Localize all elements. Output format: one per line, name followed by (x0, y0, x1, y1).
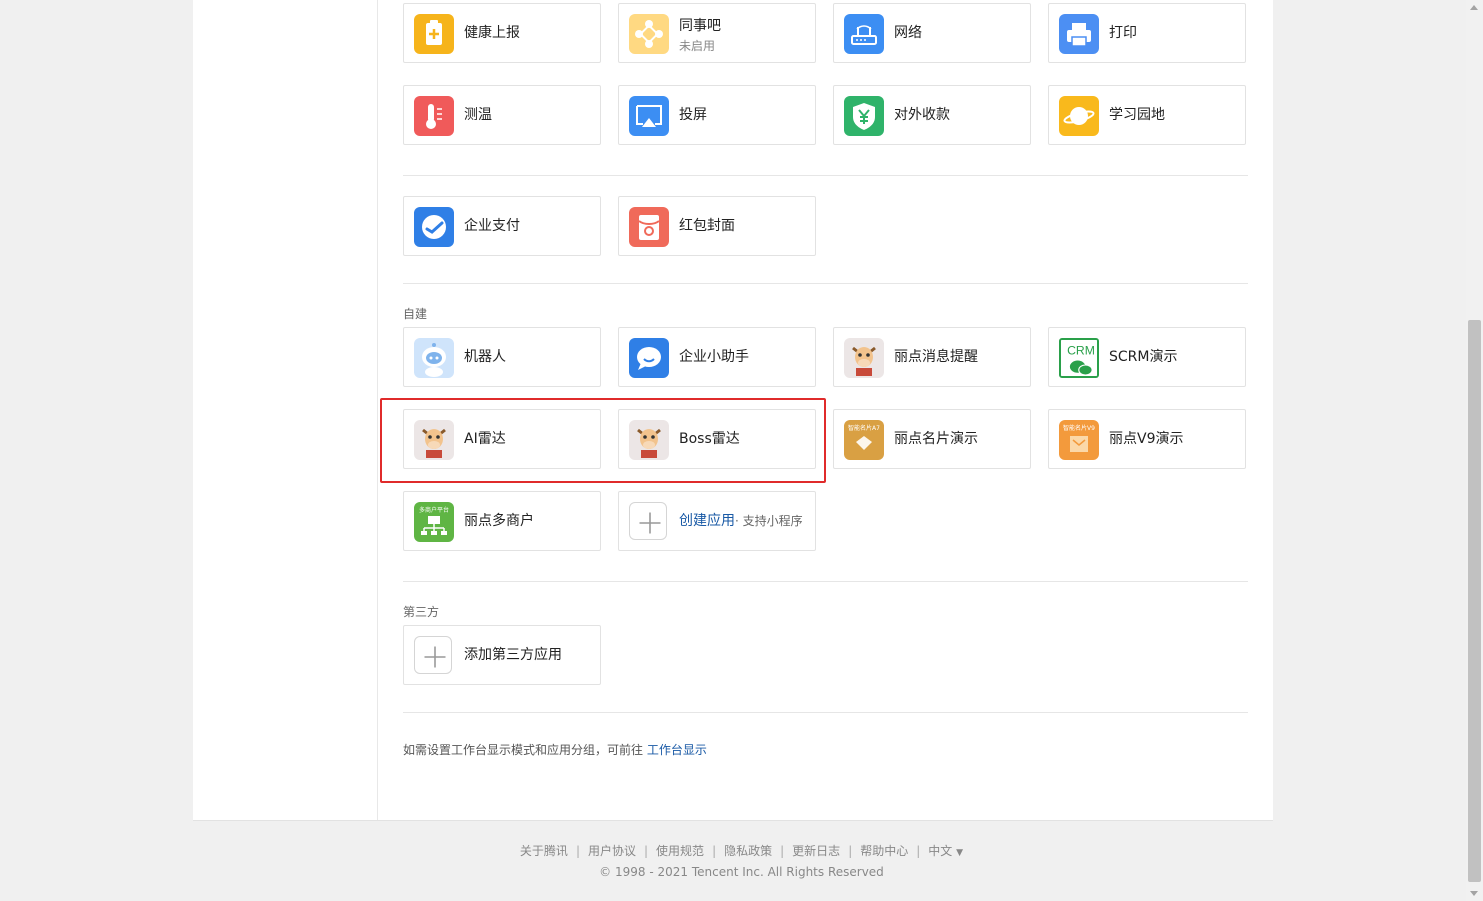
app-label: 学习园地 (1109, 107, 1165, 123)
multi-merchant-icon: 多商户平台 (414, 502, 454, 542)
workbench-note: 如需设置工作台显示模式和应用分组，可前往 工作台显示 (403, 741, 707, 758)
app-label: 丽点多商户 (464, 513, 534, 529)
card-icon-text: 智能名片A7 (848, 424, 880, 432)
language-label: 中文 (928, 844, 953, 858)
app-card-health-report[interactable]: 健康上报 (403, 3, 601, 63)
app-card-network[interactable]: 网络 (833, 3, 1031, 63)
app-label: 红包封面 (679, 218, 735, 234)
app-card-external-payment[interactable]: 对外收款 (833, 85, 1031, 145)
workbench-note-text: 如需设置工作台显示模式和应用分组，可前往 (403, 743, 644, 757)
cow-mascot-icon (844, 338, 884, 378)
app-card-screen-cast[interactable]: 投屏 (618, 85, 816, 145)
app-label: 测温 (464, 107, 492, 123)
footer-link-usage-rules[interactable]: 使用规范 (656, 844, 704, 858)
app-card-scrm-demo[interactable]: CRM SCRM演示 (1048, 327, 1246, 387)
chat-bubble-icon (629, 338, 669, 378)
scroll-down-icon[interactable] (1470, 891, 1478, 896)
thermometer-icon (414, 96, 454, 136)
crm-icon: CRM (1059, 338, 1099, 378)
section-divider (403, 712, 1248, 713)
screen-cast-icon (629, 96, 669, 136)
app-label: 健康上报 (464, 25, 520, 41)
app-card-assistant[interactable]: 企业小助手 (618, 327, 816, 387)
app-label: 同事吧 (679, 18, 721, 34)
app-card-colleague-bar[interactable]: 同事吧 未启用 (618, 3, 816, 63)
workbench-display-link[interactable]: 工作台显示 (647, 743, 707, 757)
scrollbar-thumb[interactable] (1468, 320, 1481, 882)
app-label: 网络 (894, 25, 922, 41)
plus-icon (414, 636, 452, 674)
section-title-custom: 自建 (403, 307, 428, 321)
page-scrollbar[interactable] (1466, 0, 1483, 901)
network-icon (844, 14, 884, 54)
business-card-icon: 智能名片A7 (844, 420, 884, 460)
section-divider (403, 175, 1248, 176)
app-label: 丽点消息提醒 (894, 349, 978, 365)
plus-icon (629, 502, 667, 540)
app-label: 对外收款 (894, 107, 950, 123)
footer-links: 关于腾讯 | 用户协议 | 使用规范 | 隐私政策 | 更新日志 | 帮助中心 | 中文 ▼ (519, 844, 964, 858)
caret-down-icon: ▼ (956, 848, 964, 858)
app-card-thermometer[interactable]: 测温 (403, 85, 601, 145)
create-app-hint: · 支持小程序 (735, 514, 803, 528)
copyright: © 1998 - 2021 Tencent Inc. All Rights Re… (599, 865, 884, 879)
enterprise-pay-icon (414, 207, 454, 247)
footer-link-privacy[interactable]: 隐私政策 (724, 844, 772, 858)
footer-link-about[interactable]: 关于腾讯 (520, 844, 568, 858)
app-card-lidian-card-demo[interactable]: 智能名片A7 丽点名片演示 (833, 409, 1031, 469)
app-card-enterprise-pay[interactable]: 企业支付 (403, 196, 601, 256)
sidebar (193, 0, 378, 820)
app-card-red-packet[interactable]: 红包封面 (618, 196, 816, 256)
highlight-box (380, 398, 826, 483)
v9-icon-text: 智能名片V9 (1063, 424, 1095, 432)
study-planet-icon (1059, 96, 1099, 136)
app-label: 企业支付 (464, 218, 520, 234)
app-label: 丽点V9演示 (1109, 431, 1184, 447)
app-card-lidian-v9-demo[interactable]: 智能名片V9 丽点V9演示 (1048, 409, 1246, 469)
crm-icon-text: CRM (1067, 343, 1095, 357)
robot-icon (414, 338, 454, 378)
health-report-icon (414, 14, 454, 54)
app-card-study-garden[interactable]: 学习园地 (1048, 85, 1246, 145)
red-packet-icon (629, 207, 669, 247)
app-label: SCRM演示 (1109, 349, 1178, 365)
language-selector[interactable]: 中文 ▼ (928, 844, 963, 858)
colleague-bar-icon (629, 14, 669, 54)
app-card-printer[interactable]: 打印 (1048, 3, 1246, 63)
v9-demo-icon: 智能名片V9 (1059, 420, 1099, 460)
add-third-party-label: 添加第三方应用 (464, 647, 562, 663)
app-status: 未启用 (679, 39, 716, 53)
create-app-label: 创建应用· 支持小程序 (679, 492, 803, 550)
app-card-lidian-message[interactable]: 丽点消息提醒 (833, 327, 1031, 387)
app-label: 机器人 (464, 349, 506, 365)
app-label: 投屏 (679, 107, 707, 123)
add-third-party-button[interactable]: 添加第三方应用 (403, 625, 601, 685)
app-label: 企业小助手 (679, 349, 749, 365)
create-app-button[interactable]: 创建应用· 支持小程序 (618, 491, 816, 551)
app-label: 打印 (1109, 25, 1137, 41)
merchant-icon-text: 多商户平台 (419, 506, 449, 514)
footer-link-user-agreement[interactable]: 用户协议 (588, 844, 636, 858)
payment-shield-icon (844, 96, 884, 136)
section-divider (403, 581, 1248, 582)
app-label: 丽点名片演示 (894, 431, 978, 447)
create-app-link[interactable]: 创建应用 (679, 513, 735, 529)
app-card-robot[interactable]: 机器人 (403, 327, 601, 387)
footer-link-changelog[interactable]: 更新日志 (792, 844, 840, 858)
footer-link-help[interactable]: 帮助中心 (860, 844, 908, 858)
section-title-third-party: 第三方 (403, 605, 440, 619)
section-divider (403, 283, 1248, 284)
scroll-up-icon[interactable] (1470, 5, 1478, 10)
printer-icon (1059, 14, 1099, 54)
app-card-multi-merchant[interactable]: 多商户平台 丽点多商户 (403, 491, 601, 551)
